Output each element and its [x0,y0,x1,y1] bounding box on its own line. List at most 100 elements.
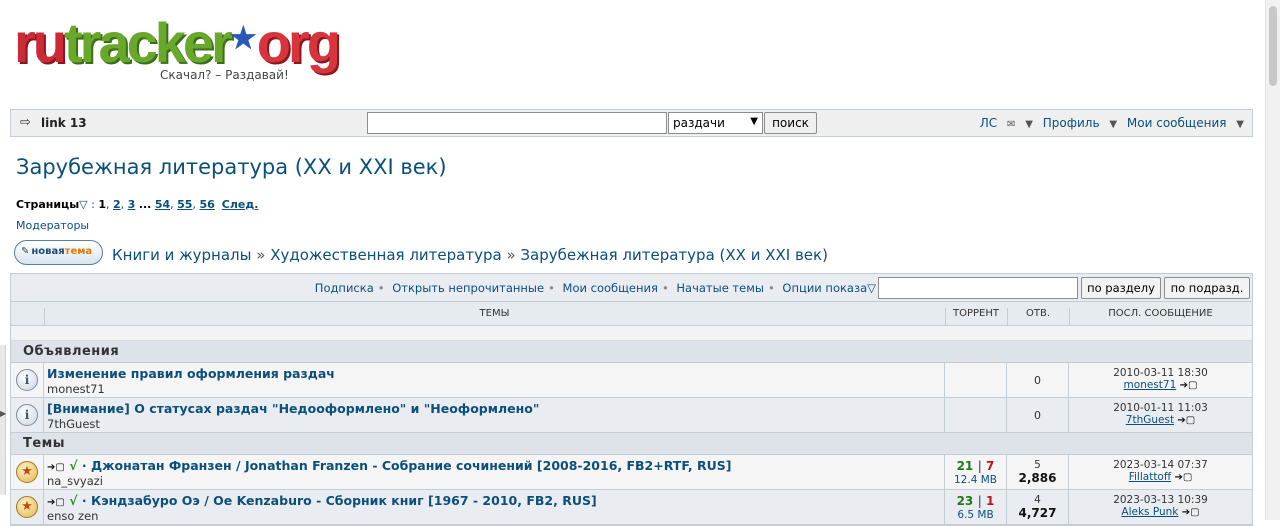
pm-label: ЛС [979,116,998,130]
replies-count: 4 [1034,494,1041,506]
topic-title-link[interactable]: Джонатан Франзен / Jonathan Franzen - Со… [91,458,731,473]
col-header-torrent: ТОРРЕНТ [953,308,999,319]
goto-last-post-icon[interactable]: ➔▢ [1182,507,1200,518]
page-current: 1 [98,198,106,211]
display-options-link[interactable]: Опции показа [782,281,867,295]
table-header: ТЕМЫ ТОРРЕНТ ОТВ. ПОСЛ. СООБЩЕНИЕ [11,302,1252,326]
goto-last-post-icon[interactable]: ➔▢ [1174,472,1192,483]
last-post-date: 2010-03-11 18:30 [1113,367,1208,379]
col-header-topics: ТЕМЫ [479,308,510,319]
leechers-count: 1 [986,494,995,508]
search-subsection-button[interactable]: по подразд. [1164,277,1250,299]
checked-icon: √ [69,493,78,508]
top-bar: ⇨ link 13 раздачи ▼ поиск ЛС ✉ ▼ Профиль… [10,109,1253,137]
pagination: Страницы▽ : 1, 2, 3 ... 54, 55, 56 След. [16,198,259,211]
page-link[interactable]: 56 [199,198,214,211]
star-icon: ★ [16,461,38,483]
table-row: i Изменение правил оформления раздач mon… [11,363,1252,398]
my-posts-tool-link[interactable]: Мои сообщения [563,281,658,295]
goto-last-post-icon[interactable]: ➔▢ [1180,380,1198,391]
breadcrumb-item[interactable]: Книги и журналы [112,246,251,264]
topic-title-link[interactable]: Изменение правил оформления раздач [47,366,944,381]
last-post-user[interactable]: monest71 [1124,379,1177,391]
new-topic-button[interactable]: ✎ новаятема [14,240,103,265]
torrent-file-icon[interactable]: ➔▢ [47,497,65,508]
page-link[interactable]: 55 [177,198,192,211]
star-icon: ★ [16,496,38,518]
last-post-user[interactable]: 7thGuest [1126,414,1174,426]
last-post-date: 2023-03-14 07:37 [1113,459,1208,471]
page-title[interactable]: Зарубежная литература (XX и XXI век) [16,155,447,179]
downloads-count: 2,886 [1018,471,1057,485]
table-row: ★ ➔▢ √ · Джонатан Франзен / Jonathan Fra… [11,455,1252,490]
breadcrumb-item[interactable]: Художественная литература [270,246,501,264]
chevron-down-icon: ▼ [1236,119,1244,130]
search-scope-value: раздачи [673,116,725,130]
dropdown-triangle-icon[interactable]: ▽ [79,198,87,211]
category-announcements: Объявления [11,341,1252,363]
new-topic-label-1: новая [31,246,65,257]
page-scrollbar[interactable] [1265,0,1280,520]
subscribe-link[interactable]: Подписка [315,281,374,295]
open-unread-link[interactable]: Открыть непрочитанные [392,281,544,295]
leechers-count: 7 [986,459,995,473]
chevron-down-icon: ▼ [750,116,758,127]
dropdown-triangle-icon[interactable]: ▽ [867,281,876,295]
last-post-date: 2023-03-13 10:39 [1113,494,1208,506]
login-icon[interactable]: ⇨ [20,115,34,131]
category-topics: Темы [11,433,1252,455]
topic-author: 7thGuest [47,417,100,431]
seeders-count: 21 [956,459,974,473]
logo-text-org: org [256,11,341,74]
forum-filter-input[interactable] [878,277,1078,299]
pm-link[interactable]: ЛС ✉ ▼ [974,116,1033,130]
info-icon: i [16,404,38,426]
logo-slogan: Скачал? – Раздавай! [160,68,289,82]
page-link[interactable]: 2 [113,198,121,211]
topic-author: enso zen [47,509,99,523]
checked-icon: √ [69,458,78,473]
logo-star-icon: ★ [229,22,257,55]
user-link[interactable]: link 13 [41,116,87,130]
table-row: i [Внимание] О статусах раздач "Недоофор… [11,398,1252,433]
search-input[interactable] [367,112,667,134]
my-posts-link[interactable]: Мои сообщения ▼ [1121,116,1244,130]
search-scope-select[interactable]: раздачи ▼ [668,112,763,134]
info-icon: i [16,369,38,391]
page-link[interactable]: 54 [155,198,170,211]
next-page-link[interactable]: След. [222,198,259,211]
replies-count: 0 [1034,374,1041,387]
moderators-link[interactable]: Модераторы [16,219,89,232]
torrent-file-icon[interactable]: ➔▢ [47,462,65,473]
chevron-down-icon: ▼ [1109,119,1118,130]
pages-label[interactable]: Страницы [16,198,79,211]
new-topic-label-2: тема [64,246,93,257]
profile-link[interactable]: Профиль ▼ [1037,116,1117,130]
forum-table: Подписка • Открыть непрочитанные • Мои соо… [10,273,1253,526]
replies-count: 5 [1034,459,1041,471]
last-post-user[interactable]: Aleks Punk [1121,506,1178,518]
breadcrumb: Книги и журналы » Художественная литерат… [112,246,828,264]
pencil-icon: ✎ [21,246,30,257]
search-section-button[interactable]: по разделу [1081,277,1161,299]
seeders-count: 23 [956,494,974,508]
torrent-size[interactable]: 12.4 MB [945,474,1006,486]
torrent-size[interactable]: 6.5 MB [945,509,1006,521]
breadcrumb-item[interactable]: Зарубежная литература (XX и XXI век) [520,246,828,264]
last-post-date: 2010-01-11 11:03 [1113,402,1208,414]
downloads-count: 4,727 [1018,506,1057,520]
topic-title-link[interactable]: Кэндзабуро Оэ / Oe Kenzaburo - Сборник к… [91,493,597,508]
page-link[interactable]: 3 [128,198,136,211]
replies-count: 0 [1034,409,1041,422]
goto-last-post-icon[interactable]: ➔▢ [1177,415,1195,426]
side-panel-toggle[interactable]: ▶ [0,345,6,495]
scrollbar-thumb[interactable] [1269,6,1277,86]
search-button[interactable]: поиск [764,112,817,134]
last-post-user[interactable]: Fillattoff [1129,471,1171,483]
site-logo[interactable]: rutracker★org Скачал? – Раздавай! [14,11,344,88]
topic-title-link[interactable]: [Внимание] О статусах раздач "Недооформл… [47,401,944,416]
col-header-last-post: ПОСЛ. СООБЩЕНИЕ [1108,308,1213,319]
started-topics-link[interactable]: Начатые темы [676,281,764,295]
topic-author: monest71 [47,382,105,396]
torrent-cell [945,363,1007,397]
